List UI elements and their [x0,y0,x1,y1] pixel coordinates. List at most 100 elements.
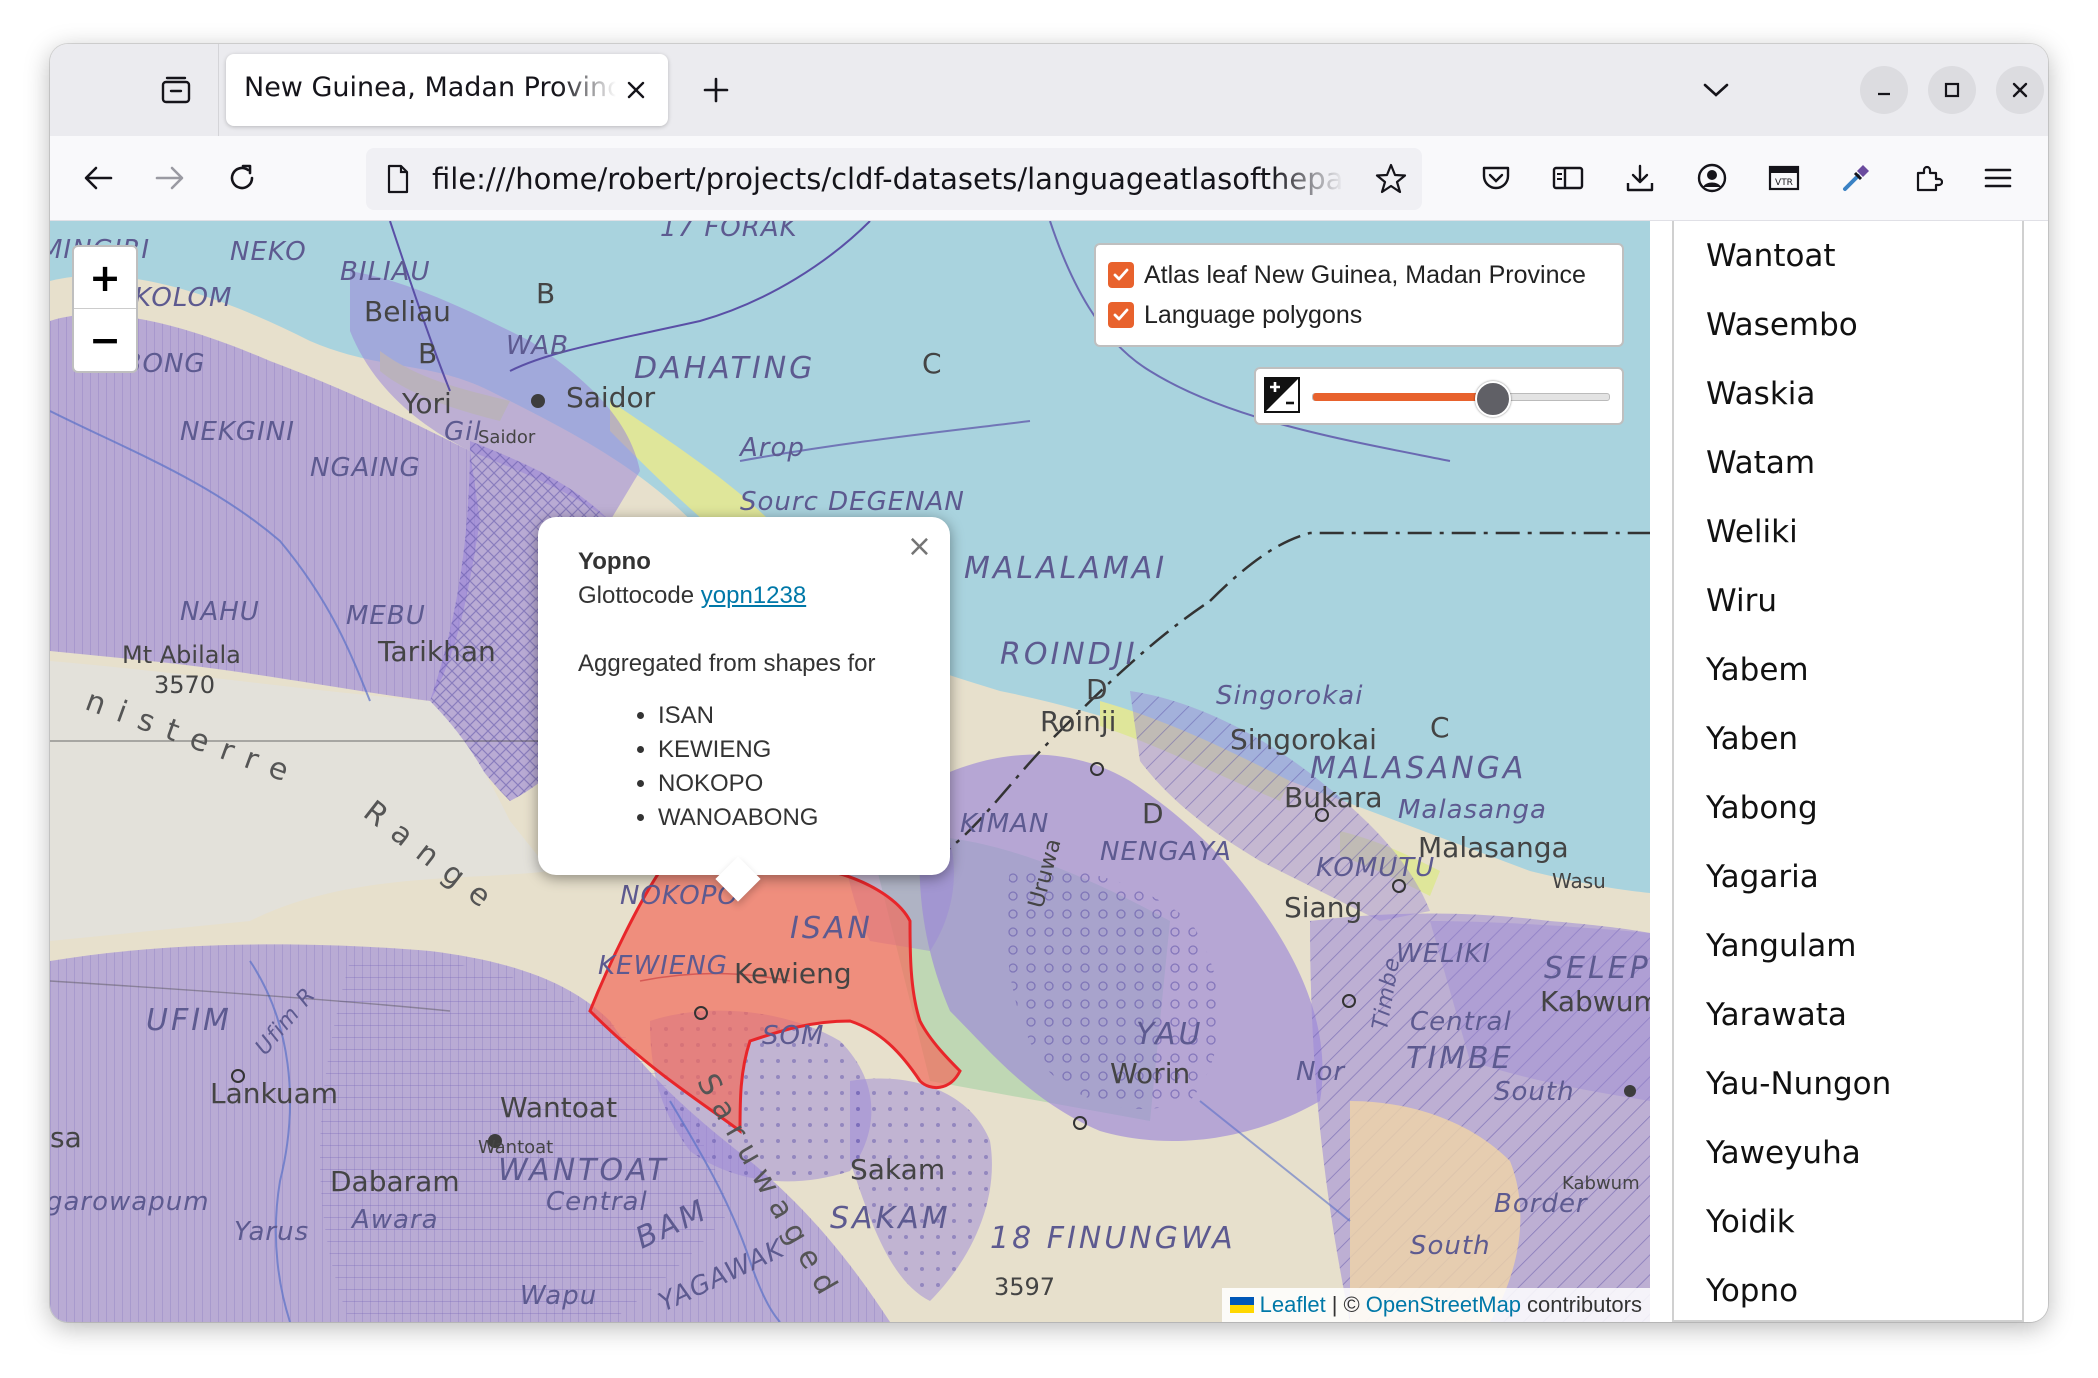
openstreetmap-link[interactable]: OpenStreetMap [1366,1292,1521,1318]
zoom-in-button[interactable]: + [74,247,136,309]
extensions-button[interactable] [1902,152,1954,204]
map-label: Central [1410,1007,1512,1037]
forward-button[interactable] [144,152,196,204]
opacity-icon [1264,377,1300,413]
leaflet-link[interactable]: Leaflet [1260,1292,1326,1318]
checkbox-checked[interactable] [1108,262,1134,288]
opacity-slider-thumb[interactable] [1474,381,1511,417]
language-list-item[interactable]: Weliki [1674,497,2022,566]
map-label: NAHU [180,597,260,627]
pocket-button[interactable] [1470,152,1522,204]
reload-button[interactable] [216,152,268,204]
popup-title: Yopno [578,548,651,575]
map-label: SELEP [1544,951,1650,986]
minimize-button[interactable] [1860,66,1908,114]
language-list-item[interactable]: Yabong [1674,773,2022,842]
layer-label: Atlas leaf New Guinea, Madan Province [1144,260,1586,289]
language-list-item[interactable]: Wasembo [1674,290,2022,359]
maximize-button[interactable] [1928,66,1976,114]
map-label: Roinji [1040,705,1117,738]
map-label: South [1410,1231,1491,1261]
language-list-item[interactable]: Waskia [1674,359,2022,428]
map-label: Worin [1110,1057,1191,1090]
download-icon [1626,164,1654,192]
map-label: ROINDJI [1000,637,1138,672]
popup-content: Yopno Glottocode yopn1238 Aggregated fro… [578,545,918,835]
map-label: MEBU [346,601,426,631]
layer-toggle-atlas-leaf[interactable]: Atlas leaf New Guinea, Madan Province [1108,257,1586,293]
map-label: Siang [1284,891,1363,924]
shape-list-item: ISAN [658,699,918,733]
back-button[interactable] [72,152,124,204]
map-label: Saidor [478,427,536,448]
zoom-control: + − [72,245,138,373]
map-label: KOLOM [134,283,233,313]
map-label: KIMAN [960,809,1050,839]
account-button[interactable] [1686,152,1738,204]
map-label: Wasu [1552,869,1606,893]
language-list-item[interactable]: Wiru [1674,566,2022,635]
layer-toggle-language-polygons[interactable]: Language polygons [1108,297,1362,333]
map-label: TIMBE [1406,1041,1514,1076]
map-label: Malasanga [1418,831,1569,864]
zoom-out-button[interactable]: − [74,309,136,370]
maximize-icon [1944,82,1960,98]
navigation-bar: file:///home/robert/projects/cldf-datase… [50,136,2048,221]
language-list-item[interactable]: Yarawata [1674,980,2022,1049]
arrow-left-icon [84,166,113,190]
close-icon [627,81,645,99]
map-label: SOM [762,1021,825,1051]
language-list-item[interactable]: Watam [1674,428,2022,497]
active-tab[interactable]: New Guinea, Madan Province [226,54,668,126]
eyedropper-button[interactable] [1830,152,1882,204]
account-icon [1697,163,1727,193]
language-list-item[interactable]: Yagaria [1674,842,2022,911]
language-list: Wantoat Wasembo Waskia Watam Weliki Wiru… [1672,221,2024,1322]
glottocode-label: Glottocode [578,582,695,609]
map-label: ISAN [790,911,873,946]
language-list-item[interactable]: Yoidik [1674,1187,2022,1256]
tab-close-button[interactable] [620,74,652,106]
shape-list-item: NOKOPO [658,767,918,801]
map-attribution: Leaflet | © OpenStreetMap contributors [1221,1288,1650,1322]
arrow-right-icon [155,166,184,190]
app-menu-button[interactable] [1972,152,2024,204]
checkbox-checked[interactable] [1108,302,1134,328]
list-all-tabs-button[interactable] [1690,64,1742,116]
address-bar[interactable]: file:///home/robert/projects/cldf-datase… [366,148,1422,210]
language-list-item[interactable]: Yopno [1674,1256,2022,1320]
map-label: Awara [352,1205,439,1235]
chevron-down-icon [1703,83,1729,97]
language-list-item[interactable]: Yabem [1674,635,2022,704]
page-content: 17 FORAK MINGIRI NEKO BILIAU Beliau B B … [50,221,2048,1322]
reload-icon [230,164,254,190]
sidebar-icon [1552,166,1584,190]
minimize-icon [1878,92,1890,96]
map-label: D [1086,673,1108,706]
map-label: WELIKI [1396,939,1492,969]
opacity-slider-track[interactable] [1312,381,1610,417]
star-icon[interactable] [1374,162,1408,196]
glottocode-link[interactable]: yopn1238 [701,582,806,609]
extension-vtr-button[interactable]: VTR [1758,152,1810,204]
language-list-item[interactable]: Wantoat [1674,221,2022,290]
language-list-item[interactable]: Yaweyuha [1674,1118,2022,1187]
ukraine-flag-icon [1229,1297,1254,1313]
downloads-button[interactable] [1614,152,1666,204]
map-label: Bukara [1284,781,1383,814]
map-label: UFIM [146,1003,232,1038]
reader-view-button[interactable] [1542,152,1594,204]
shape-list-item: KEWIENG [658,733,918,767]
browser-window: New Guinea, Madan Province file:///home/… [50,44,2048,1322]
leaflet-map[interactable]: 17 FORAK MINGIRI NEKO BILIAU Beliau B B … [50,221,1650,1322]
new-tab-button[interactable] [690,64,742,116]
map-label: DAHATING [634,351,816,386]
language-list-item[interactable]: Yangulam [1674,911,2022,980]
url-text: file:///home/robert/projects/cldf-datase… [432,162,1344,196]
attribution-contributors: contributors [1527,1292,1642,1317]
language-list-item[interactable]: Yaben [1674,704,2022,773]
close-window-button[interactable] [1996,66,2044,114]
language-list-item[interactable]: Yau-Nungon [1674,1049,2022,1118]
popup-glottocode-row: Glottocode yopn1238 [578,579,918,613]
tab-overview-button[interactable] [150,64,202,116]
